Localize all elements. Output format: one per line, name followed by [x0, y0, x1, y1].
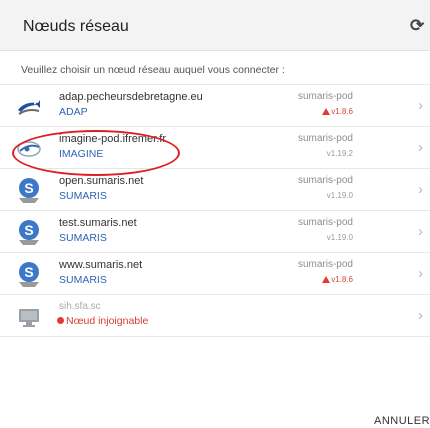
chevron-right-icon: › [418, 307, 423, 324]
imagine-logo-icon [15, 134, 43, 162]
cancel-button[interactable]: ANNULER [374, 415, 430, 427]
node-label: ADAP [59, 106, 88, 118]
refresh-icon[interactable]: ⟳ [410, 15, 430, 37]
sumaris-logo-icon: S [15, 218, 43, 246]
error-icon [57, 317, 64, 324]
version-text: v1.8.6 [331, 275, 353, 284]
chevron-right-icon: › [418, 139, 423, 156]
node-version: v1.19.0 [326, 233, 353, 242]
svg-text:S: S [24, 222, 33, 238]
node-version: v1.19.2 [326, 149, 353, 158]
node-host: sih.sfa.sc [59, 301, 101, 312]
node-row-sih-sfa[interactable]: sih.sfa.sc Nœud injoignable › [0, 295, 430, 337]
node-version-outdated: v1.8.6 [322, 107, 353, 116]
error-text: Nœud injoignable [66, 315, 149, 327]
chevron-right-icon: › [418, 223, 423, 240]
sumaris-logo-icon: S [15, 176, 43, 204]
dialog-header: Nœuds réseau ⟳ [0, 0, 430, 51]
sumaris-logo-icon: S [15, 260, 43, 288]
instruction-text: Veuillez choisir un nœud réseau auquel v… [21, 64, 285, 76]
warning-icon [322, 276, 331, 283]
adap-fish-icon [15, 92, 43, 120]
node-row-imagine[interactable]: imagine-pod.ifremer.fr IMAGINE sumaris-p… [0, 127, 430, 169]
node-host: adap.pecheursdebretagne.eu [59, 91, 203, 103]
node-label: SUMARIS [59, 190, 107, 202]
chevron-right-icon: › [418, 97, 423, 114]
node-error: Nœud injoignable [57, 315, 148, 327]
node-software: sumaris-pod [297, 175, 353, 186]
node-label: IMAGINE [59, 148, 104, 160]
node-label: SUMARIS [59, 274, 107, 286]
node-row-www-sumaris[interactable]: S www.sumaris.net SUMARIS sumaris-pod v1… [0, 253, 430, 295]
node-version-outdated: v1.8.6 [322, 275, 353, 284]
svg-text:S: S [24, 264, 33, 280]
version-text: v1.8.6 [331, 107, 353, 116]
chevron-right-icon: › [418, 265, 423, 282]
node-host: www.sumaris.net [59, 259, 143, 271]
node-label: SUMARIS [59, 232, 107, 244]
node-software: sumaris-pod [297, 217, 353, 228]
monitor-icon [15, 302, 43, 330]
node-version: v1.19.0 [326, 191, 353, 200]
warning-icon [322, 108, 331, 115]
page-title: Nœuds réseau [23, 18, 129, 35]
node-row-open-sumaris[interactable]: S open.sumaris.net SUMARIS sumaris-pod v… [0, 169, 430, 211]
svg-text:S: S [24, 180, 33, 196]
node-host: open.sumaris.net [59, 175, 144, 187]
node-host: test.sumaris.net [59, 217, 137, 229]
node-software: sumaris-pod [297, 133, 353, 144]
node-row-test-sumaris[interactable]: S test.sumaris.net SUMARIS sumaris-pod v… [0, 211, 430, 253]
node-software: sumaris-pod [297, 91, 353, 102]
node-host: imagine-pod.ifremer.fr [59, 133, 166, 145]
chevron-right-icon: › [418, 181, 423, 198]
node-list: adap.pecheursdebretagne.eu ADAP sumaris-… [0, 84, 430, 337]
node-software: sumaris-pod [297, 259, 353, 270]
node-row-adap[interactable]: adap.pecheursdebretagne.eu ADAP sumaris-… [0, 84, 430, 127]
